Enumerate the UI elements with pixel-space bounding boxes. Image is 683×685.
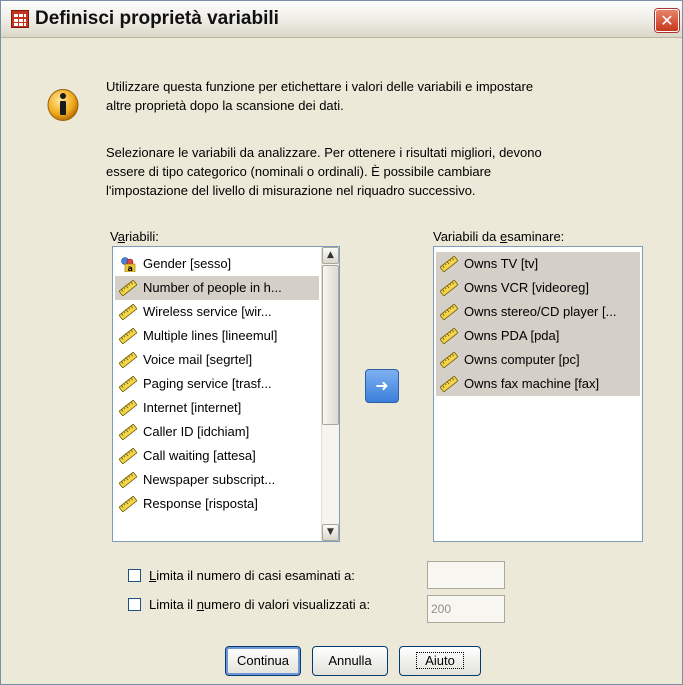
nominal-icon: a	[119, 256, 137, 273]
close-button[interactable]: ✕	[655, 9, 679, 32]
list-item-label: Owns computer [pc]	[464, 352, 580, 367]
list-item-label: Owns TV [tv]	[464, 256, 539, 271]
limit-cases-input[interactable]	[427, 561, 505, 589]
list-item-label: Caller ID [idchiam]	[143, 424, 250, 439]
list-item-label: Call waiting [attesa]	[143, 448, 256, 463]
scale-ruler-icon	[118, 279, 138, 297]
list-item-label: Owns fax machine [fax]	[464, 376, 600, 391]
scale-ruler-icon	[118, 495, 138, 513]
dialog-window: Definisci proprietà variabili ✕ Utilizza…	[0, 0, 683, 685]
scale-ruler-icon	[118, 423, 138, 441]
info-text-line: altre proprietà dopo la scansione dei da…	[106, 98, 344, 113]
list-item[interactable]: Number of people in h...	[115, 276, 319, 300]
continue-button[interactable]: Continua	[225, 646, 301, 676]
source-list-scrollbar[interactable]: ▲ ▼	[321, 247, 339, 541]
list-item[interactable]: Newspaper subscript...	[115, 468, 319, 492]
cancel-button[interactable]: Annulla	[312, 646, 388, 676]
arrow-right-icon: ➜	[375, 376, 389, 395]
list-item[interactable]: Internet [internet]	[115, 396, 319, 420]
title-bar[interactable]: Definisci proprietà variabili ✕	[1, 1, 682, 38]
help-button[interactable]: Aiuto	[399, 646, 481, 676]
limit-values-input[interactable]: 200	[427, 595, 505, 623]
target-variables-label: Variabili da esaminare:	[433, 229, 565, 244]
list-item[interactable]: a Gender [sesso]	[115, 252, 319, 276]
list-item-label: Paging service [trasf...	[143, 376, 272, 391]
target-variable-list[interactable]: Owns TV [tv] Owns VCR [videoreg] Owns ster…	[433, 246, 643, 542]
list-item[interactable]: Caller ID [idchiam]	[115, 420, 319, 444]
variables-label: Variabili:	[110, 229, 159, 244]
list-item-label: Owns stereo/CD player [...	[464, 304, 617, 319]
source-variable-list[interactable]: a Gender [sesso] Number of people in h... W…	[112, 246, 340, 542]
list-item[interactable]: Voice mail [segrtel]	[115, 348, 319, 372]
list-item[interactable]: Wireless service [wir...	[115, 300, 319, 324]
list-item-label: Wireless service [wir...	[143, 304, 272, 319]
scale-ruler-icon	[439, 279, 459, 297]
info-text-line: l'impostazione del livello di misurazion…	[106, 183, 476, 198]
limit-values-checkbox[interactable]	[128, 598, 141, 611]
limit-cases-label: Limita il numero di casi esaminati a:	[149, 568, 355, 583]
scale-ruler-icon	[439, 327, 459, 345]
scale-ruler-icon	[439, 303, 459, 321]
list-item[interactable]: Call waiting [attesa]	[115, 444, 319, 468]
info-text-line: essere di tipo categorico (nominali o or…	[106, 164, 492, 179]
scale-ruler-icon	[118, 399, 138, 417]
list-item-label: Multiple lines [lineemul]	[143, 328, 278, 343]
scale-ruler-icon	[439, 255, 459, 273]
list-item-label: Owns PDA [pda]	[464, 328, 560, 343]
scroll-down-button[interactable]: ▼	[322, 524, 339, 541]
scroll-thumb[interactable]	[322, 265, 339, 425]
table-app-icon	[11, 10, 29, 28]
list-item[interactable]: Owns fax machine [fax]	[436, 372, 640, 396]
scale-ruler-icon	[118, 447, 138, 465]
list-item[interactable]: Paging service [trasf...	[115, 372, 319, 396]
list-item[interactable]: Owns stereo/CD player [...	[436, 300, 640, 324]
list-item[interactable]: Response [risposta]	[115, 492, 319, 516]
list-item-label: Response [risposta]	[143, 496, 258, 511]
scale-ruler-icon	[439, 351, 459, 369]
info-text-line: Utilizzare questa funzione per etichetta…	[106, 79, 534, 94]
list-item[interactable]: Owns computer [pc]	[436, 348, 640, 372]
list-item-label: Newspaper subscript...	[143, 472, 276, 487]
info-icon	[47, 89, 79, 121]
list-item-label: Voice mail [segrtel]	[143, 352, 253, 367]
scale-ruler-icon	[118, 351, 138, 369]
scale-ruler-icon	[118, 375, 138, 393]
scale-ruler-icon	[439, 375, 459, 393]
list-item-label: Owns VCR [videoreg]	[464, 280, 589, 295]
limit-cases-checkbox[interactable]	[128, 569, 141, 582]
limit-values-label: Limita il numero di valori visualizzati …	[149, 597, 371, 612]
list-item-label: Internet [internet]	[143, 400, 242, 415]
move-to-target-button[interactable]: ➜	[365, 369, 399, 403]
window-title: Definisci proprietà variabili	[35, 8, 279, 29]
list-item[interactable]: Owns TV [tv]	[436, 252, 640, 276]
scroll-up-button[interactable]: ▲	[322, 247, 339, 264]
list-item[interactable]: Owns VCR [videoreg]	[436, 276, 640, 300]
scale-ruler-icon	[118, 471, 138, 489]
list-item[interactable]: Multiple lines [lineemul]	[115, 324, 319, 348]
info-text-line: Selezionare le variabili da analizzare. …	[106, 145, 542, 160]
scale-ruler-icon	[118, 303, 138, 321]
list-item-label: Number of people in h...	[143, 280, 282, 295]
list-item-label: Gender [sesso]	[143, 256, 232, 271]
list-item[interactable]: Owns PDA [pda]	[436, 324, 640, 348]
svg-text:a: a	[128, 264, 133, 272]
scale-ruler-icon	[118, 327, 138, 345]
